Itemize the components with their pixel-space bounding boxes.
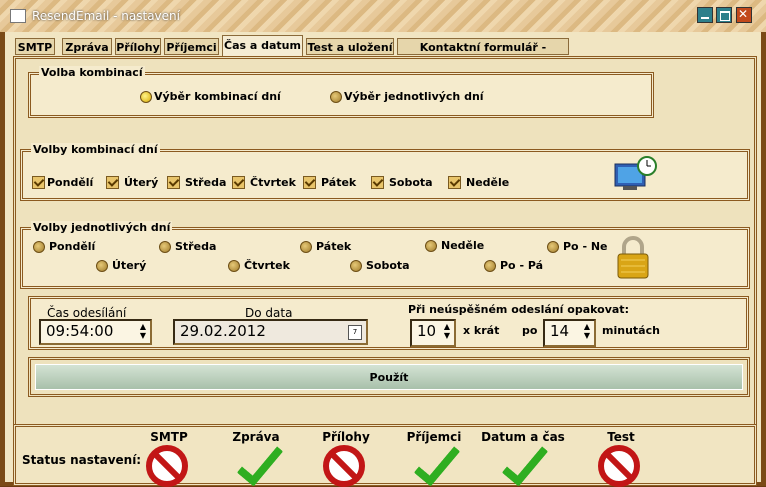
checkbox-patek-label: Pátek — [321, 176, 357, 189]
title-bar: ResendEmail - nastavení ✕ — [0, 0, 766, 32]
radio-den-utery-label: Úterý — [112, 259, 147, 272]
tab-panel-cas-a-datum: Volba kombinací Výběr kombinací dní Výbě… — [13, 56, 757, 450]
status-zprava-label: Zpráva — [232, 430, 280, 444]
checkbox-sobota[interactable] — [371, 176, 384, 189]
group-volby-kombinaci-dni-legend: Volby kombinací dní — [31, 143, 160, 156]
radio-den-pondeli[interactable] — [33, 241, 45, 253]
radio-po-ne[interactable] — [547, 241, 559, 253]
radio-den-streda-label: Středa — [175, 240, 217, 253]
checkbox-ctvrtek-label: Čtvrtek — [250, 176, 296, 189]
group-volby-jednotlivych-dni-legend: Volby jednotlivých dní — [31, 221, 173, 234]
time-spinner[interactable]: ▲ ▼ — [138, 322, 148, 340]
radio-po-ne-label: Po - Ne — [563, 240, 608, 253]
group-volba-kombinaci-legend: Volba kombinací — [39, 66, 145, 79]
tab-cas-a-datum[interactable]: Čas a datum — [222, 35, 303, 56]
status-panel: Status nastavení: SMTP Zpráva Přílohy Př… — [13, 424, 757, 487]
tab-smtp[interactable]: SMTP — [15, 38, 55, 55]
retry-interval-spinner[interactable]: ▲ ▼ — [582, 322, 592, 340]
calendar-icon[interactable]: 7 — [348, 325, 362, 340]
cas-label: Čas odesílání — [47, 306, 127, 320]
date-value: 29.02.2012 — [180, 322, 266, 340]
status-prilohy-label: Přílohy — [322, 430, 370, 444]
radio-po-pa-label: Po - Pá — [500, 259, 544, 272]
group-cas-datum: Čas odesílání 09:54:00 ▲ ▼ Do data 29.02.… — [28, 296, 749, 350]
group-volby-kombinaci-dni: Volby kombinací dní Pondělí Úterý Středa… — [20, 143, 750, 201]
datum-label: Do data — [245, 306, 293, 320]
status-label: Status nastavení: — [22, 453, 142, 467]
computer-clock-icon — [614, 156, 657, 190]
checkbox-sobota-label: Sobota — [389, 176, 433, 189]
radio-vyber-jednotlivych-label: Výběr jednotlivých dní — [344, 90, 484, 103]
checkbox-streda-label: Středa — [185, 176, 227, 189]
retry-count-suffix: x krát — [463, 324, 500, 337]
radio-vyber-jednotlivych[interactable] — [330, 91, 342, 103]
status-datum-label: Datum a čas — [481, 430, 565, 444]
checkbox-ctvrtek[interactable] — [232, 176, 245, 189]
tab-kontaktni-formular[interactable]: Kontaktní formulář - podpora — [397, 38, 569, 71]
time-value: 09:54:00 — [46, 322, 114, 340]
radio-den-pondeli-label: Pondělí — [49, 240, 96, 253]
radio-vyber-kombinaci-label: Výběr kombinací dní — [154, 90, 281, 103]
radio-po-pa[interactable] — [484, 260, 496, 272]
padlock-icon — [617, 236, 649, 279]
checkbox-nedele-label: Neděle — [466, 176, 510, 189]
opakovat-label: Při neúspěšném odeslání opakovat: — [408, 303, 629, 316]
window-title: ResendEmail - nastavení — [32, 9, 180, 23]
date-input[interactable]: 29.02.2012 7 — [173, 319, 368, 345]
retry-count-value: 10 — [417, 322, 437, 340]
tab-control: SMTP Zpráva Přílohy Příjemci Čas a datum… — [5, 32, 761, 487]
checkbox-pondeli-label: Pondělí — [47, 176, 94, 189]
checkbox-pondeli[interactable] — [32, 176, 45, 189]
radio-den-ctvrtek[interactable] — [228, 260, 240, 272]
status-smtp-label: SMTP — [150, 430, 188, 444]
minimize-button[interactable] — [697, 7, 713, 23]
retry-interval-input[interactable]: 14 ▲ ▼ — [543, 319, 596, 347]
retry-po-label: po — [522, 324, 538, 337]
status-test-label: Test — [607, 430, 635, 444]
tab-zprava[interactable]: Zpráva — [62, 38, 112, 55]
apply-button[interactable]: Použít — [35, 364, 743, 390]
group-volby-jednotlivych-dni: Volby jednotlivých dní Pondělí Středa Pá… — [20, 221, 750, 289]
status-prilohy-error-icon — [323, 445, 365, 487]
maximize-button[interactable] — [716, 7, 732, 23]
radio-den-ctvrtek-label: Čtvrtek — [244, 259, 290, 272]
checkbox-patek[interactable] — [303, 176, 316, 189]
status-datum-ok-icon — [501, 445, 541, 485]
time-input[interactable]: 09:54:00 ▲ ▼ — [39, 319, 152, 345]
radio-den-nedele[interactable] — [425, 240, 437, 252]
tab-test-a-ulozeni[interactable]: Test a uložení — [306, 38, 394, 55]
retry-interval-suffix: minutách — [602, 324, 660, 337]
app-window: ResendEmail - nastavení ✕ SMTP Zpráva Př… — [0, 0, 766, 487]
radio-den-nedele-label: Neděle — [441, 239, 485, 252]
close-button[interactable]: ✕ — [736, 7, 752, 23]
status-prijemci-ok-icon — [413, 445, 453, 485]
radio-den-patek[interactable] — [300, 241, 312, 253]
radio-vyber-kombinaci[interactable] — [140, 91, 152, 103]
status-test-error-icon — [598, 445, 640, 487]
apply-button-frame: Použít — [28, 357, 750, 397]
retry-interval-value: 14 — [550, 322, 570, 340]
tab-prijemci[interactable]: Příjemci — [164, 38, 219, 55]
app-icon — [10, 9, 26, 23]
status-prijemci-label: Příjemci — [406, 430, 462, 444]
radio-den-streda[interactable] — [159, 241, 171, 253]
status-smtp-error-icon — [146, 445, 188, 487]
retry-count-input[interactable]: 10 ▲ ▼ — [410, 319, 456, 347]
retry-count-spinner[interactable]: ▲ ▼ — [442, 322, 452, 340]
group-volba-kombinaci: Volba kombinací Výběr kombinací dní Výbě… — [28, 66, 654, 118]
radio-den-patek-label: Pátek — [316, 240, 352, 253]
radio-den-sobota[interactable] — [350, 260, 362, 272]
status-zprava-ok-icon — [236, 445, 276, 485]
checkbox-nedele[interactable] — [448, 176, 461, 189]
checkbox-utery[interactable] — [106, 176, 119, 189]
checkbox-streda[interactable] — [167, 176, 180, 189]
radio-den-utery[interactable] — [96, 260, 108, 272]
radio-den-sobota-label: Sobota — [366, 259, 410, 272]
tab-prilohy[interactable]: Přílohy — [115, 38, 161, 55]
checkbox-utery-label: Úterý — [124, 176, 159, 189]
